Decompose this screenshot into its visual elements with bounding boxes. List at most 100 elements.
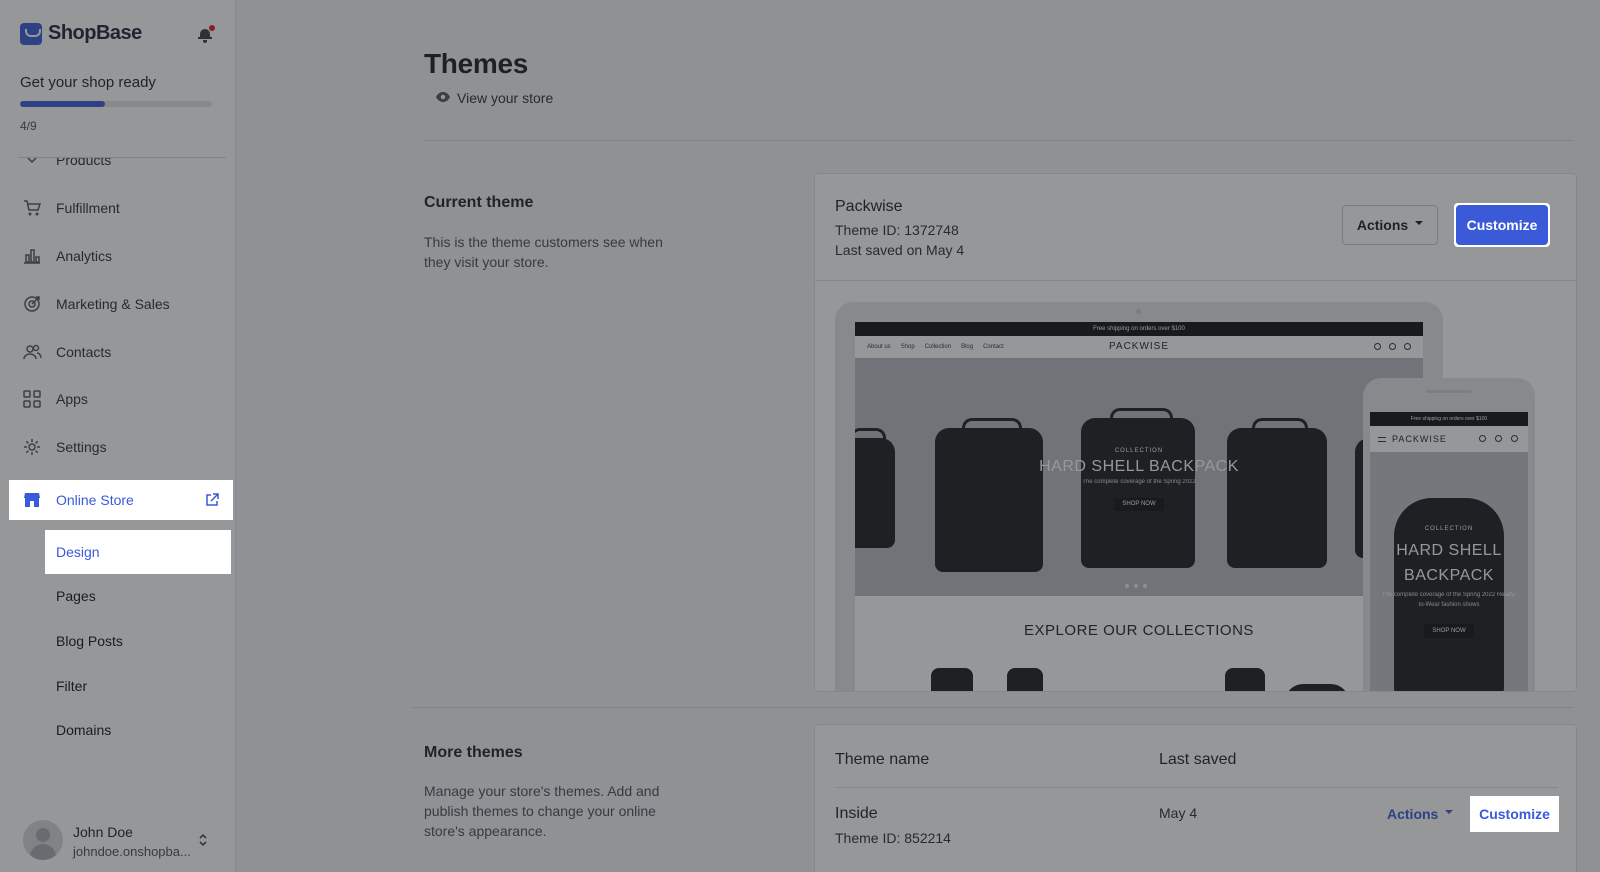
sidebar-subitem-domains[interactable]: Domains (45, 708, 231, 752)
row-theme-id: Theme ID: 852214 (835, 830, 951, 846)
sidebar-item-products[interactable]: Products (0, 158, 236, 180)
backpack-image (1081, 408, 1195, 568)
user-name: John Doe (73, 824, 133, 840)
collection-thumb (1007, 668, 1043, 691)
theme-preview: Free shipping on orders over $100 About … (835, 302, 1557, 691)
preview-announcement: Free shipping on orders over $100 (855, 322, 1423, 336)
section-divider (424, 140, 1574, 141)
sidebar-subitem-pages[interactable]: Pages (45, 574, 231, 618)
column-header-last-saved: Last saved (1159, 751, 1237, 768)
sidebar-subitem-filter[interactable]: Filter (45, 664, 231, 708)
phone-hero-tagline: The complete coverage of the Spring 2022… (1381, 592, 1517, 608)
phone-mockup: Free shipping on orders over $100 PACKWI… (1363, 378, 1535, 691)
preview-brand: PACKWISE (1108, 341, 1170, 352)
phone-hero-title: HARD SHELL BACKPACK (1396, 542, 1502, 584)
apps-grid-icon (22, 389, 42, 409)
preview-nav: About us Shop Collection Blog Contact PA… (855, 336, 1423, 358)
sidebar-item-label: Online Store (56, 492, 134, 508)
main-content: Themes View your store Current theme Thi… (237, 0, 1600, 872)
customize-spotlight: Customize (1454, 203, 1550, 247)
preview-explore-heading: EXPLORE OUR COLLECTIONS (1024, 622, 1254, 639)
preview-hero-sub: COLLECTION (1114, 448, 1164, 454)
store-icon (22, 490, 42, 510)
sidebar-item-online-store[interactable]: Online Store (9, 480, 233, 520)
notification-dot (209, 25, 215, 31)
current-theme-description: This is the theme customers see when the… (424, 234, 663, 270)
sidebar-item-settings[interactable]: Settings (0, 427, 236, 467)
phone-nav: PACKWISE (1370, 426, 1528, 452)
collection-thumb (1225, 668, 1265, 691)
search-icon (1374, 343, 1381, 350)
menu-icon (1378, 437, 1386, 442)
phone-hero-sub: COLLECTION (1424, 526, 1474, 532)
customize-button[interactable]: Customize (1456, 205, 1548, 245)
user-profile[interactable]: John Doe johndoe.onshopba... (23, 820, 223, 864)
view-store-link[interactable]: View your store (435, 90, 553, 106)
search-icon (1479, 435, 1486, 442)
phone-hero: COLLECTION HARD SHELL BACKPACK The compl… (1370, 452, 1528, 691)
eye-icon (435, 90, 451, 106)
more-themes-card: Theme name Last saved Inside Theme ID: 8… (814, 724, 1577, 872)
setup-title[interactable]: Get your shop ready (20, 74, 156, 91)
preview-hero-title: HARD SHELL BACKPACK (1039, 458, 1239, 475)
actions-dropdown-button[interactable]: Actions (1342, 205, 1438, 245)
sidebar-item-contacts[interactable]: Contacts (0, 332, 236, 372)
brand-name: ShopBase (48, 22, 142, 44)
row-actions-label: Actions (1387, 806, 1439, 822)
current-theme-card: Packwise Theme ID: 1372748 Last saved on… (814, 173, 1577, 692)
sidebar-item-label: Contacts (56, 344, 112, 360)
bar-chart-icon (22, 246, 42, 266)
phone-screen: Free shipping on orders over $100 PACKWI… (1370, 412, 1528, 691)
setup-progress-count: 4/9 (20, 119, 37, 133)
collection-thumb (1285, 684, 1349, 691)
phone-shop-button: SHOP NOW (1424, 624, 1474, 638)
page-title: Themes (424, 48, 529, 79)
cart-icon (22, 198, 42, 218)
more-themes-title: More themes (424, 744, 523, 761)
section-divider (412, 707, 1574, 708)
preview-hero: COLLECTION HARD SHELL BACKPACK The compl… (855, 358, 1423, 596)
external-link-icon[interactable] (205, 493, 219, 512)
notification-bell-icon[interactable] (198, 25, 215, 43)
caret-down-icon (1415, 221, 1424, 225)
carousel-dots (1125, 584, 1147, 588)
sidebar-item-fulfillment[interactable]: Fulfillment (0, 188, 236, 228)
preview-shop-button: SHOP NOW (1114, 498, 1164, 511)
sidebar-item-label: Apps (56, 391, 88, 407)
sidebar-subitem-design[interactable]: Design (45, 530, 231, 574)
brand-logo[interactable]: ShopBase (20, 22, 142, 45)
sidebar-item-label: Products (56, 158, 112, 168)
sidebar-item-marketing[interactable]: Marketing & Sales (0, 284, 236, 324)
sidebar-item-analytics[interactable]: Analytics (0, 236, 236, 276)
sidebar-item-apps[interactable]: Apps (0, 379, 236, 419)
phone-brand: PACKWISE (1392, 434, 1447, 444)
row-last-saved: May 4 (1159, 805, 1198, 821)
setup-progress-bar (20, 101, 212, 107)
caret-down-icon (1445, 810, 1454, 814)
phone-announcement: Free shipping on orders over $100 (1370, 412, 1528, 426)
people-icon (22, 342, 42, 362)
gear-icon (22, 437, 42, 457)
theme-name: Packwise (835, 198, 903, 215)
user-icon (1404, 343, 1411, 350)
tablet-screen: Free shipping on orders over $100 About … (855, 322, 1423, 691)
sidebar-subitem-blog-posts[interactable]: Blog Posts (45, 619, 231, 663)
row-actions-dropdown[interactable]: Actions (1387, 806, 1454, 822)
target-icon (22, 294, 42, 314)
backpack-image (855, 428, 895, 548)
tablet-mockup: Free shipping on orders over $100 About … (835, 302, 1443, 691)
theme-last-saved: Last saved on May 4 (835, 242, 965, 258)
card-divider (815, 280, 1576, 281)
setup-progress-fill (20, 101, 106, 107)
sidebar-item-label: Settings (56, 439, 107, 455)
chevron-up-down-icon[interactable] (197, 832, 209, 848)
sidebar-item-label: Analytics (56, 248, 113, 264)
shopbase-logo-icon (20, 22, 42, 45)
avatar (23, 820, 63, 860)
theme-id: Theme ID: 1372748 (835, 222, 959, 238)
row-customize-button[interactable]: Customize (1470, 796, 1559, 832)
sidebar-item-label: Fulfillment (56, 200, 120, 216)
bag-icon (1495, 435, 1502, 442)
actions-label: Actions (1356, 217, 1409, 233)
user-icon (1511, 435, 1518, 442)
